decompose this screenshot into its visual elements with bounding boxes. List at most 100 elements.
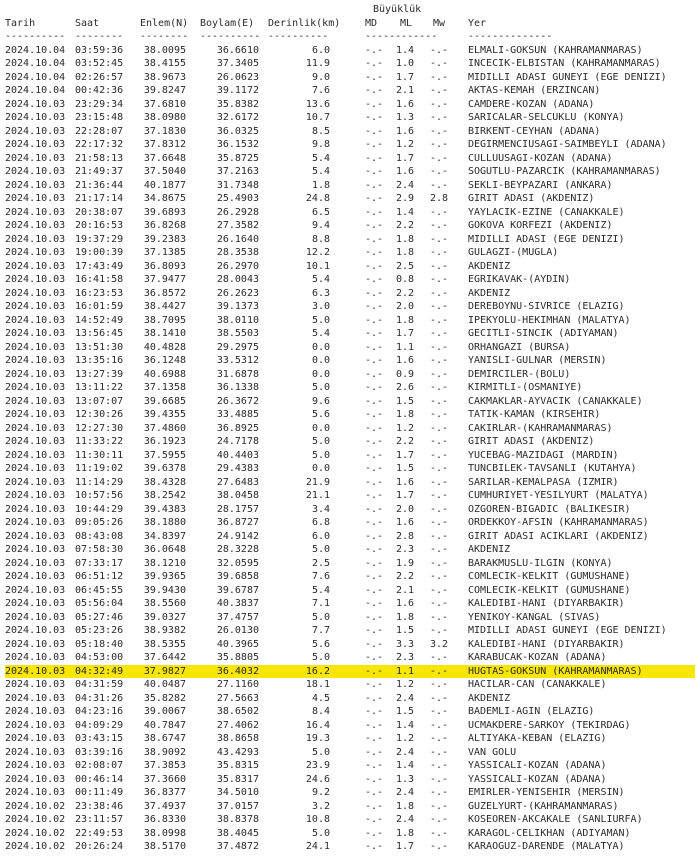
depth-cell: 5.4 <box>311 584 330 596</box>
earthquake-row: 2024.10.03 04:09:29 40.7847 27.4062 16.4 -.- 1… <box>5 719 695 733</box>
earthquake-row: 2024.10.03 11:14:29 38.4328 27.6483 21.9 -.- 1… <box>5 476 695 490</box>
date-cell: 2024.10.03 <box>5 449 66 461</box>
longitude-cell: 35.8382 <box>216 98 259 110</box>
mw-cell: -.- <box>430 611 449 623</box>
mw-cell: -.- <box>430 625 449 636</box>
time-cell: 13:35:16 <box>75 355 124 366</box>
md-cell: -.- <box>365 733 384 744</box>
mw-cell: -.- <box>430 679 449 690</box>
date-cell: 2024.10.03 <box>5 274 66 285</box>
md-cell: -.- <box>365 557 384 569</box>
date-cell: 2024.10.03 <box>5 787 66 798</box>
depth-cell: 5.4 <box>311 328 330 339</box>
location-cell: IPEKYOLU-HEKIMHAN (MALATYA) <box>468 314 631 326</box>
time-cell: 23:15:48 <box>75 112 124 123</box>
ml-cell: 1.3 <box>396 112 415 123</box>
earthquake-row: 2024.10.03 10:44:29 39.4383 28.1757 3.4 -.- 2.… <box>5 503 695 517</box>
depth-cell: 7.6 <box>311 571 330 582</box>
depth-cell: 2.5 <box>311 557 330 569</box>
location-cell: KALEDIBI-HANI (DIYARBAKIR) <box>468 598 625 609</box>
location-cell: CUMHURIYET-YESILYURT (MALATYA) <box>468 490 649 501</box>
time-cell: 00:11:49 <box>75 787 124 798</box>
longitude-cell: 38.0458 <box>216 490 259 501</box>
earthquake-row: 2024.10.03 11:30:11 37.5955 40.4403 5.0 -.- 1.… <box>5 449 695 463</box>
mw-cell: -.- <box>430 449 449 461</box>
earthquake-row: 2024.10.03 13:51:30 40.4828 29.2975 0.0 -.- 1.… <box>5 341 695 355</box>
md-cell: -.- <box>365 746 384 758</box>
earthquake-row: 2024.10.03 13:07:07 39.6685 26.3672 9.6 -.- 1.… <box>5 395 695 409</box>
earthquake-row: 2024.10.03 13:11:22 37.1358 36.1338 5.0 -.- 2.… <box>5 381 695 395</box>
md-cell: -.- <box>365 85 384 96</box>
ml-cell: 1.6 <box>396 598 415 609</box>
earthquake-row: 2024.10.03 07:58:30 36.0648 28.3228 5.0 -.- 2.… <box>5 543 695 557</box>
depth-cell: 4.5 <box>311 692 330 704</box>
date-cell: 2024.10.03 <box>5 517 66 528</box>
ml-cell: 1.8 <box>396 233 415 245</box>
depth-cell: 6.5 <box>311 206 330 218</box>
magnitude-group-header: Büyüklük <box>5 3 695 17</box>
date-cell: 2024.10.03 <box>5 328 66 339</box>
time-cell: 23:38:46 <box>75 800 124 812</box>
time-cell: 04:53:00 <box>75 652 124 663</box>
latitude-cell: 40.6988 <box>143 368 186 380</box>
latitude-cell: 34.8675 <box>143 193 186 204</box>
time-cell: 05:56:04 <box>75 598 124 609</box>
magnitude-group-title: Büyüklük <box>373 4 422 15</box>
depth-cell: 9.8 <box>311 139 330 150</box>
earthquake-row: 2024.10.03 08:43:08 34.8397 24.9142 6.0 -.- 2.… <box>5 530 695 544</box>
mw-cell: -.- <box>430 503 449 515</box>
latitude-cell: 39.9365 <box>143 571 186 582</box>
longitude-cell: 26.2928 <box>216 206 259 218</box>
time-cell: 13:56:45 <box>75 328 124 339</box>
mw-cell: -.- <box>430 800 449 812</box>
ml-cell: 2.0 <box>396 301 415 312</box>
ml-cell: 1.4 <box>396 206 415 218</box>
depth-cell: 0.0 <box>311 355 330 366</box>
depth-cell: 0.0 <box>311 463 330 474</box>
date-cell: 2024.10.03 <box>5 139 66 150</box>
longitude-cell: 36.1532 <box>216 139 259 150</box>
earthquake-row: 2024.10.03 06:45:55 39.9430 39.6787 5.4 -.- 2.… <box>5 584 695 598</box>
md-cell: -.- <box>365 625 384 636</box>
date-cell: 2024.10.03 <box>5 287 66 299</box>
longitude-cell: 29.2975 <box>216 341 259 353</box>
time-cell: 21:49:37 <box>75 166 124 177</box>
md-cell: -.- <box>365 503 384 515</box>
time-cell: 11:19:02 <box>75 463 124 474</box>
time-cell: 22:17:32 <box>75 139 124 150</box>
longitude-cell: 27.3582 <box>216 220 259 231</box>
header-date: Tarih <box>5 17 36 29</box>
location-cell: AKDENIZ <box>468 692 511 704</box>
ml-cell: 1.2 <box>396 733 415 744</box>
earthquake-row: 2024.10.03 22:17:32 37.8312 36.1532 9.8 -.- 1.… <box>5 138 695 152</box>
longitude-cell: 36.0325 <box>216 125 259 137</box>
ml-cell: 2.2 <box>396 571 415 582</box>
ml-cell: 2.6 <box>396 382 415 393</box>
earthquake-row: 2024.10.02 22:49:53 38.0998 38.4045 5.0 -.- 1.… <box>5 827 695 841</box>
earthquake-row: 2024.10.03 11:33:22 36.1923 24.7178 5.0 -.- 2.… <box>5 435 695 449</box>
time-cell: 22:49:53 <box>75 827 124 839</box>
mw-cell: -.- <box>430 368 449 380</box>
longitude-cell: 40.3837 <box>216 598 259 609</box>
depth-cell: 7.1 <box>311 598 330 609</box>
date-cell: 2024.10.03 <box>5 598 66 609</box>
depth-cell: 19.3 <box>305 733 330 744</box>
earthquake-row: 2024.10.02 23:11:57 36.8330 38.8378 10.8 -.- 2… <box>5 813 695 827</box>
latitude-cell: 37.9477 <box>143 274 186 285</box>
longitude-cell: 32.6172 <box>216 112 259 123</box>
earthquake-row: 2024.10.03 21:58:13 37.6648 35.8725 5.4 -.- 1.… <box>5 152 695 166</box>
location-cell: BIRKENT-CEYHAN (ADANA) <box>468 125 601 137</box>
earthquake-row: 2024.10.03 07:33:17 38.1210 32.0595 2.5 -.- 1.… <box>5 557 695 571</box>
date-cell: 2024.10.03 <box>5 503 66 515</box>
md-cell: -.- <box>365 139 384 150</box>
longitude-cell: 37.4872 <box>216 841 259 852</box>
ml-cell: 1.7 <box>396 449 415 461</box>
earthquake-row: 2024.10.03 11:19:02 39.6378 29.4383 0.0 -.- 1.… <box>5 462 695 476</box>
longitude-cell: 28.3228 <box>216 544 259 555</box>
md-cell: -.- <box>365 206 384 218</box>
depth-cell: 5.0 <box>311 436 330 447</box>
md-cell: -.- <box>365 706 384 717</box>
depth-cell: 10.1 <box>305 260 330 272</box>
depth-cell: 9.6 <box>311 395 330 407</box>
date-cell: 2024.10.03 <box>5 341 66 353</box>
